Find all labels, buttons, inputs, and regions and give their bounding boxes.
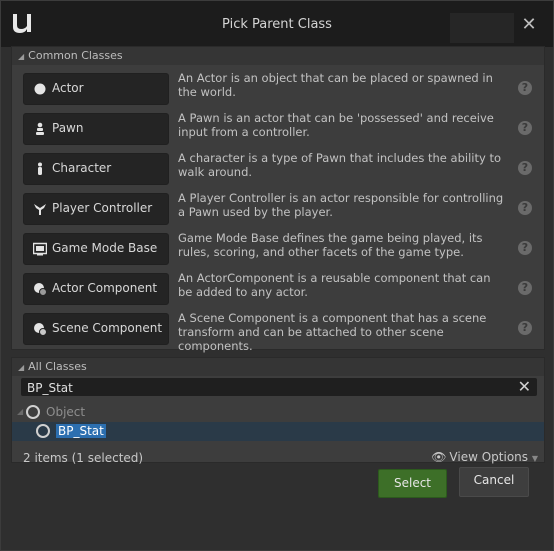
pawn-description: A Pawn is an actor that can be 'possesse…: [178, 111, 494, 139]
all-classes-panel: ◢All Classes ✕ ◢ Object BP_Stat 2 items …: [11, 357, 545, 465]
pick-parent-class-dialog: Pick Parent Class ✕ ◢ Common Classes Acto…: [0, 0, 554, 551]
class-row-game-mode-base: Game Mode Base Game Mode Base defines th…: [23, 231, 533, 265]
class-ring-icon: [36, 424, 50, 438]
tree-row-object[interactable]: ◢ Object: [12, 403, 544, 422]
actor-description: An Actor is an object that can be placed…: [178, 71, 493, 99]
pawn-button[interactable]: Pawn: [23, 113, 169, 145]
tree-label-bp-stat: BP_Stat: [56, 424, 106, 438]
actor-component-label: Actor Component: [52, 281, 158, 295]
pawn-icon: [36, 122, 44, 135]
common-classes-label: Common Classes: [28, 49, 123, 62]
player-controller-icon: [34, 204, 46, 215]
eye-icon: 👁: [431, 450, 447, 464]
scene-component-label: Scene Component: [52, 321, 163, 335]
game-mode-base-description: Game Mode Base defines the game being pl…: [178, 231, 483, 259]
scene-component-icon: [34, 323, 47, 336]
scene-component-description: A Scene Component is a component that ha…: [178, 311, 487, 353]
character-label: Character: [52, 161, 112, 175]
help-icon[interactable]: ?: [518, 201, 532, 215]
chevron-down-icon: ▼: [531, 454, 538, 463]
character-icon: [38, 162, 42, 175]
all-classes-header[interactable]: ◢ All Classes: [12, 358, 544, 376]
title-bar: Pick Parent Class ✕: [1, 1, 553, 47]
help-icon[interactable]: ?: [518, 321, 532, 335]
actor-button[interactable]: Actor: [23, 73, 169, 105]
class-search-box: ✕: [21, 377, 537, 398]
actor-component-description: An ActorComponent is a reusable componen…: [178, 271, 491, 299]
character-button[interactable]: Character: [23, 153, 169, 185]
collapse-caret-icon: ◢: [18, 52, 25, 61]
actor-icon: [34, 83, 46, 95]
scene-component-button[interactable]: Scene Component: [23, 313, 169, 345]
common-classes-panel: ◢ Common Classes Actor An Actor is an obj…: [11, 46, 545, 353]
class-ring-icon: [26, 405, 40, 419]
help-icon[interactable]: ?: [518, 81, 532, 95]
character-description: A character is a type of Pawn that inclu…: [178, 151, 501, 179]
game-mode-base-button[interactable]: Game Mode Base: [23, 233, 169, 265]
tree-expand-icon[interactable]: ◢: [17, 407, 23, 416]
actor-component-icon: [34, 283, 47, 296]
common-classes-header[interactable]: ◢ Common Classes: [12, 47, 544, 65]
select-button[interactable]: Select: [378, 469, 447, 498]
class-search-input[interactable]: [25, 378, 509, 398]
class-row-scene-component: Scene Component A Scene Component is a c…: [23, 311, 533, 353]
view-options-label: View Options: [449, 450, 529, 464]
item-count-status: 2 items (1 selected): [23, 451, 144, 465]
pawn-label: Pawn: [52, 121, 84, 135]
player-controller-description: A Player Controller is an actor responsi…: [178, 191, 504, 219]
help-icon[interactable]: ?: [518, 161, 532, 175]
collapse-caret-icon: ◢: [18, 363, 25, 372]
tree-label-object: Object: [46, 405, 86, 419]
class-row-character: Character A character is a type of Pawn …: [23, 151, 533, 185]
class-row-player-controller: Player Controller A Player Controller is…: [23, 191, 533, 225]
game-mode-base-label: Game Mode Base: [52, 241, 158, 255]
view-options-button[interactable]: 👁 View Options ▼: [431, 450, 538, 464]
help-icon[interactable]: ?: [518, 281, 532, 295]
player-controller-button[interactable]: Player Controller: [23, 193, 169, 225]
class-row-actor: Actor An Actor is an object that can be …: [23, 71, 533, 105]
game-mode-icon: [33, 242, 47, 256]
clear-search-icon[interactable]: ✕: [518, 377, 531, 396]
player-controller-label: Player Controller: [52, 201, 153, 215]
class-row-pawn: Pawn A Pawn is an actor that can be 'pos…: [23, 111, 533, 145]
close-icon[interactable]: ✕: [519, 15, 539, 35]
tree-row-bp-stat[interactable]: BP_Stat: [12, 422, 544, 441]
cancel-button[interactable]: Cancel: [459, 467, 529, 497]
title-button-area: [450, 13, 514, 43]
actor-label: Actor: [52, 81, 84, 95]
actor-component-button[interactable]: Actor Component: [23, 273, 169, 305]
class-row-actor-component: Actor Component An ActorComponent is a r…: [23, 271, 533, 305]
all-classes-label: All Classes: [28, 360, 87, 373]
help-icon[interactable]: ?: [518, 241, 532, 255]
help-icon[interactable]: ?: [518, 121, 532, 135]
